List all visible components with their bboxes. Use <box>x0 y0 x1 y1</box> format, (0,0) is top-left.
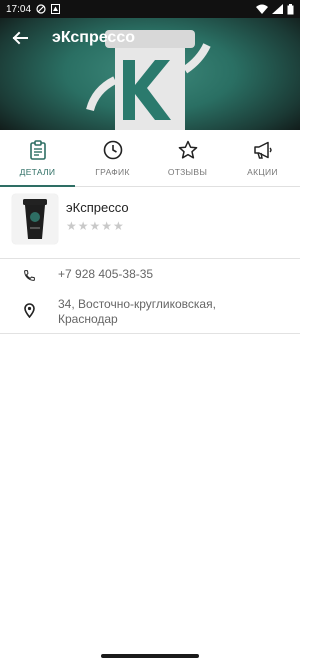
place-name: эКспрессо <box>66 200 129 215</box>
page-title: эКспрессо <box>52 29 135 46</box>
place-thumbnail <box>12 194 58 244</box>
coffee-cup-icon <box>23 199 47 239</box>
tab-promotions-label: АКЦИИ <box>247 167 278 177</box>
phone-number: +7 928 405-38-35 <box>58 267 154 281</box>
rating-stars: ★★★★★ <box>66 219 125 233</box>
location-pin-icon <box>23 303 35 318</box>
battery-icon <box>287 3 294 14</box>
tab-bar: ДЕТАЛИ ГРАФИК ОТЗЫВЫ АКЦИИ <box>0 130 300 187</box>
status-bar: 17:04 <box>0 0 300 18</box>
divider <box>0 333 300 334</box>
arrow-back-icon <box>12 31 28 45</box>
address-row[interactable]: 34, Восточно-кругликовская, Краснодар <box>0 297 300 327</box>
phone-row[interactable]: +7 928 405-38-35 <box>0 267 300 282</box>
tab-schedule-label: ГРАФИК <box>95 167 130 177</box>
dnd-icon <box>36 4 46 14</box>
tab-promotions[interactable]: АКЦИИ <box>225 130 300 186</box>
tab-reviews-label: ОТЗЫВЫ <box>167 167 208 177</box>
star-icon <box>178 140 197 159</box>
wifi-icon <box>256 4 268 14</box>
address-line-1: 34, Восточно-кругликовская, <box>58 297 216 311</box>
system-nav-bar <box>0 645 300 667</box>
tab-details-label: ДЕТАЛИ <box>19 167 56 177</box>
megaphone-icon <box>253 141 272 159</box>
app-bar: эКспрессо <box>0 18 300 58</box>
back-button[interactable] <box>0 18 40 58</box>
clock-icon <box>103 140 122 160</box>
divider <box>0 258 300 259</box>
notification-icon <box>51 4 61 14</box>
tab-reviews[interactable]: ОТЗЫВЫ <box>150 130 225 186</box>
clipboard-icon <box>29 140 46 160</box>
signal-icon <box>272 4 283 14</box>
phone-icon <box>23 270 35 281</box>
address-line-2: Краснодар <box>58 312 118 326</box>
tab-details[interactable]: ДЕТАЛИ <box>0 130 75 187</box>
tab-schedule[interactable]: ГРАФИК <box>75 130 150 186</box>
home-indicator[interactable] <box>101 654 199 658</box>
status-time: 17:04 <box>6 3 32 15</box>
place-summary: эКспрессо ★★★★★ <box>0 194 300 256</box>
